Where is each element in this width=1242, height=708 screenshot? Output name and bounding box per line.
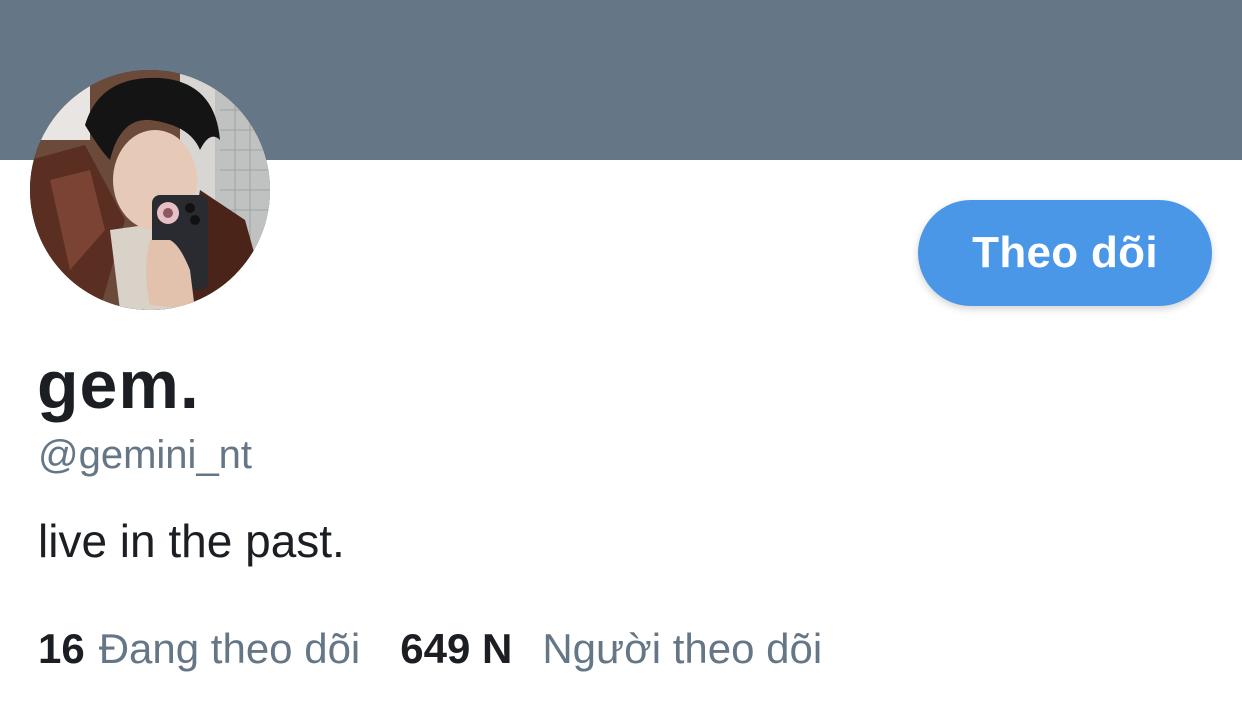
- profile-stats: 16 Đang theo dõi 649 N Người theo dõi: [38, 622, 822, 676]
- profile-display-name: gem.: [37, 347, 200, 423]
- followers-label: Người theo dõi: [542, 625, 823, 672]
- profile-page: Theo dõi gem. @gemini_nt live in the pas…: [0, 0, 1242, 708]
- profile-avatar[interactable]: [30, 70, 270, 310]
- profile-handle: @gemini_nt: [38, 433, 253, 477]
- followers-stat-link[interactable]: 649 N Người theo dõi: [400, 622, 822, 676]
- following-label: Đang theo dõi: [98, 625, 361, 672]
- profile-bio: live in the past.: [38, 515, 345, 567]
- avatar-photo-icon: [30, 70, 270, 310]
- followers-count: 649 N: [400, 625, 513, 672]
- follow-button-label: Theo dõi: [972, 228, 1158, 277]
- follow-button[interactable]: Theo dõi: [918, 200, 1212, 306]
- following-stat-link[interactable]: 16 Đang theo dõi: [38, 622, 360, 676]
- following-count: 16: [38, 625, 85, 672]
